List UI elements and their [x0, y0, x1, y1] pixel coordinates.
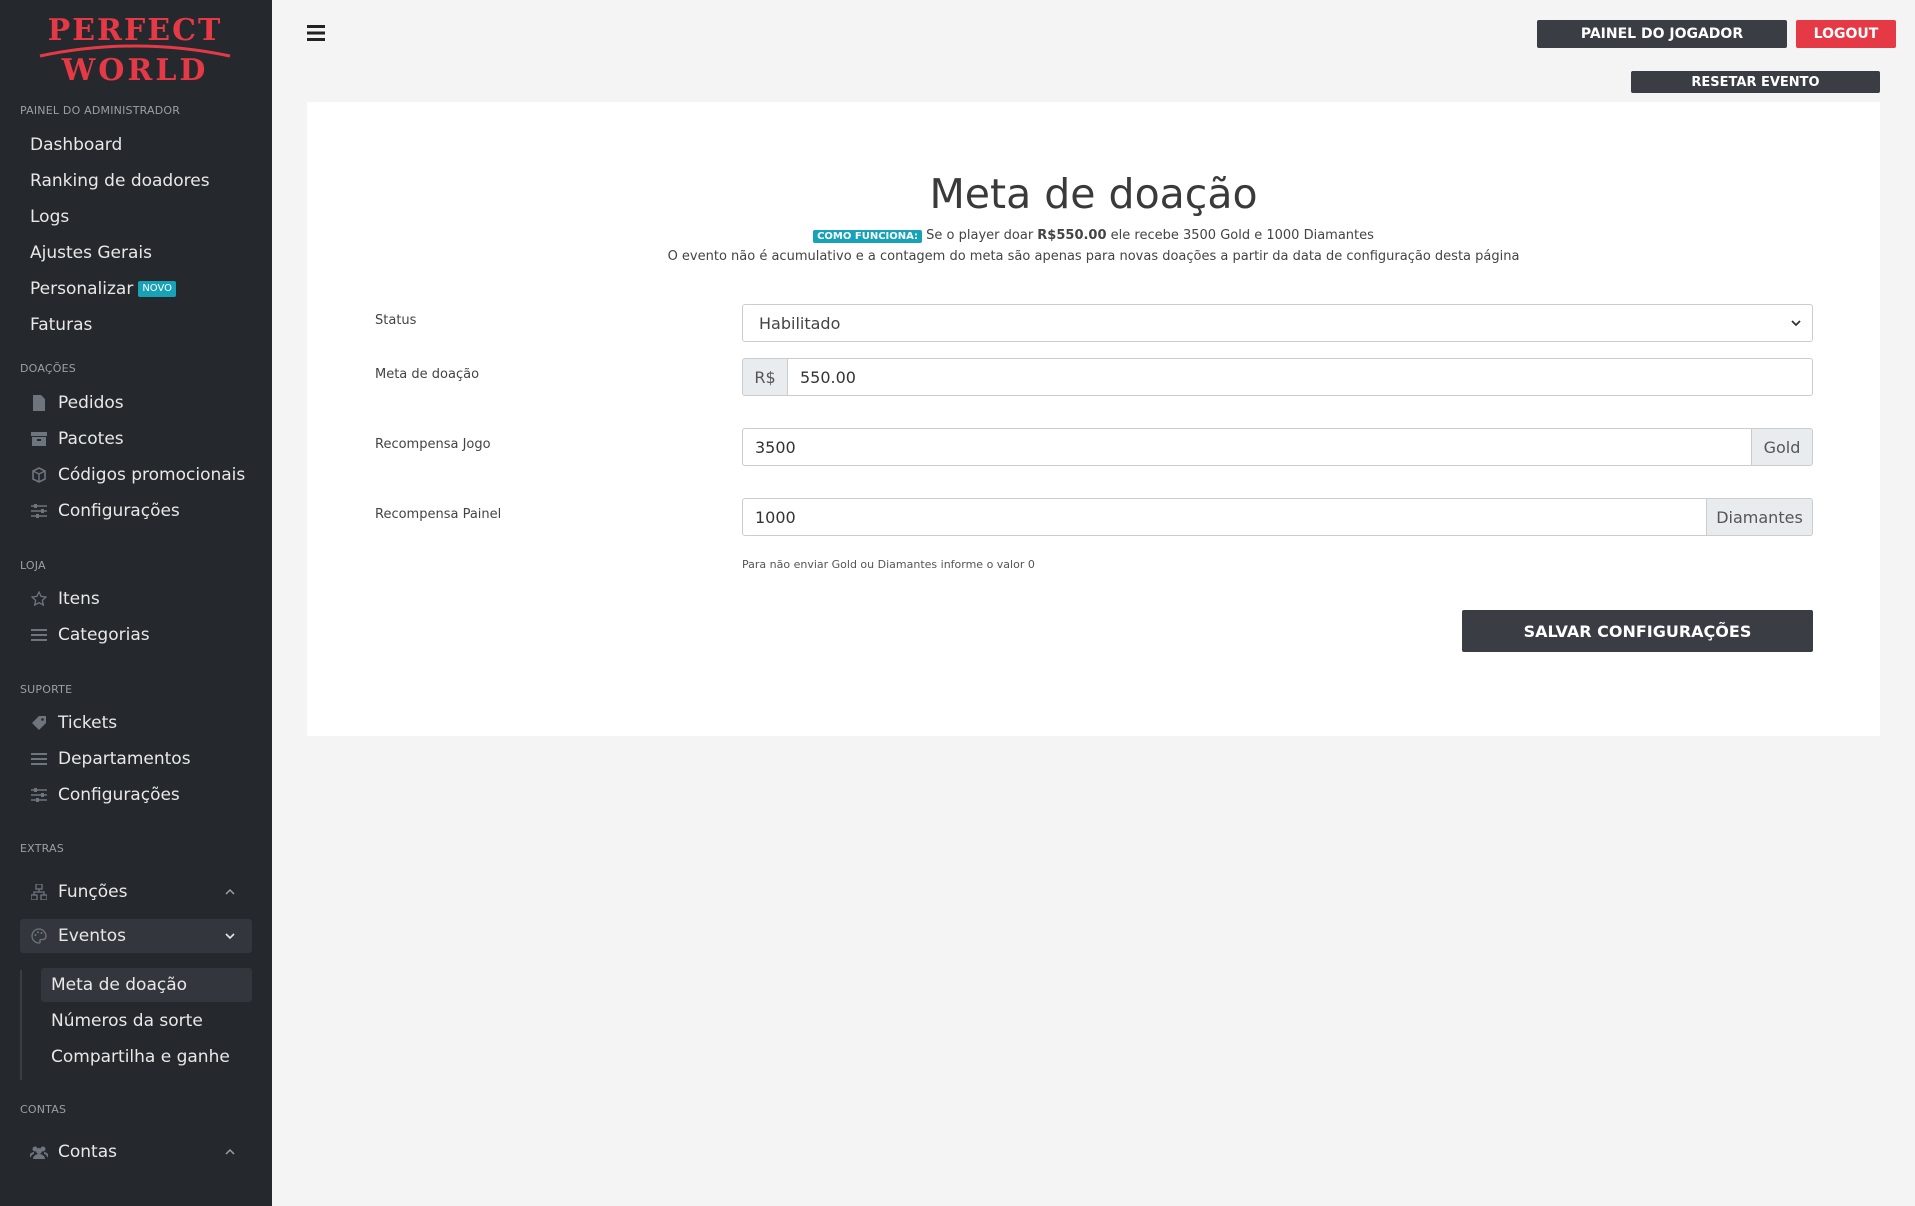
nav-dashboard[interactable]: Dashboard	[20, 128, 252, 162]
save-settings-button[interactable]: SALVAR CONFIGURAÇÕES	[1462, 610, 1813, 652]
sidebar: PERFECT WORLD PAINEL DO ADMINISTRADOR Da…	[0, 0, 272, 1206]
nav-label: Configurações	[58, 785, 180, 805]
section-doacoes: DOAÇÕES	[20, 362, 76, 375]
tag-icon	[30, 714, 48, 732]
nav-pacotes[interactable]: Pacotes	[20, 422, 252, 456]
player-panel-button[interactable]: PAINEL DO JOGADOR	[1537, 20, 1787, 48]
nav-ajustes[interactable]: Ajustes Gerais	[20, 236, 252, 270]
nav-label: Ranking de doadores	[30, 171, 210, 191]
chevron-up-icon	[225, 888, 235, 895]
page-title: Meta de doação	[929, 170, 1258, 218]
nav-itens[interactable]: Itens	[20, 582, 252, 616]
nav-eventos[interactable]: Eventos	[20, 919, 252, 953]
jogo-input[interactable]: 3500	[742, 428, 1752, 466]
perfect-world-logo[interactable]: PERFECT WORLD	[30, 10, 240, 88]
reset-event-button[interactable]: RESETAR EVENTO	[1631, 71, 1880, 93]
nav-label: Personalizar	[30, 279, 134, 299]
nav-contas[interactable]: Contas	[20, 1135, 252, 1169]
main-card: Meta de doação COMO FUNCIONA: Se o playe…	[307, 102, 1880, 736]
new-badge: NOVO	[138, 281, 177, 297]
section-loja: LOJA	[20, 559, 46, 572]
subnav-numeros-sorte[interactable]: Números da sorte	[41, 1004, 252, 1038]
list-icon	[30, 750, 48, 768]
meta-input[interactable]: 550.00	[787, 358, 1813, 396]
painel-input-group: 1000 Diamantes	[742, 498, 1813, 536]
chevron-down-icon	[225, 933, 235, 940]
archive-icon	[30, 430, 48, 448]
subnav-meta-doacao[interactable]: Meta de doação	[41, 968, 252, 1002]
info-text-post: ele recebe 3500 Gold e 1000 Diamantes	[1106, 228, 1374, 243]
nav-ranking[interactable]: Ranking de doadores	[20, 164, 252, 198]
nav-label: Itens	[58, 589, 100, 609]
sitemap-icon	[30, 883, 48, 901]
nav-logs[interactable]: Logs	[20, 200, 252, 234]
nav-label: Configurações	[58, 501, 180, 521]
nav-label: Compartilha e ganhe	[51, 1047, 230, 1067]
nav-pedidos[interactable]: Pedidos	[20, 386, 252, 420]
cube-icon	[30, 466, 48, 484]
painel-input[interactable]: 1000	[742, 498, 1707, 536]
gold-addon: Gold	[1752, 428, 1813, 466]
info-badge: COMO FUNCIONA:	[813, 230, 923, 243]
file-icon	[30, 394, 48, 412]
palette-icon	[30, 927, 48, 945]
star-icon	[30, 590, 48, 608]
subnav-line	[20, 970, 22, 1080]
chevron-up-icon	[225, 1148, 235, 1155]
nav-label: Dashboard	[30, 135, 123, 155]
svg-text:WORLD: WORLD	[61, 53, 209, 88]
nav-personalizar[interactable]: Personalizar NOVO	[20, 272, 252, 306]
nav-tickets[interactable]: Tickets	[20, 706, 252, 740]
form-hint: Para não enviar Gold ou Diamantes inform…	[742, 558, 1035, 571]
diamantes-addon: Diamantes	[1707, 498, 1813, 536]
meta-label: Meta de doação	[375, 367, 480, 382]
nav-label: Faturas	[30, 315, 93, 335]
nav-label: Tickets	[58, 713, 118, 733]
nav-label: Eventos	[58, 926, 126, 946]
nav-label: Meta de doação	[51, 975, 188, 995]
svg-text:PERFECT: PERFECT	[48, 13, 223, 48]
painel-label: Recompensa Painel	[375, 507, 502, 522]
status-label: Status	[375, 313, 417, 328]
nav-faturas[interactable]: Faturas	[20, 308, 252, 342]
nav-label: Funções	[58, 882, 128, 902]
info-line-2: O evento não é acumulativo e a contagem …	[667, 249, 1520, 264]
status-select[interactable]: Habilitado	[742, 304, 1813, 342]
logout-button[interactable]: LOGOUT	[1796, 20, 1896, 48]
nav-configuracoes-doacoes[interactable]: Configurações	[20, 494, 252, 528]
info-text-pre: Se o player doar	[922, 228, 1038, 243]
nav-funcoes[interactable]: Funções	[20, 875, 252, 909]
nav-configuracoes-suporte[interactable]: Configurações	[20, 778, 252, 812]
nav-label: Contas	[58, 1142, 117, 1162]
nav-label: Categorias	[58, 625, 150, 645]
nav-label: Pacotes	[58, 429, 124, 449]
nav-codigos[interactable]: Códigos promocionais	[20, 458, 252, 492]
nav-label: Pedidos	[58, 393, 124, 413]
section-suporte: SUPORTE	[20, 683, 73, 696]
nav-categorias[interactable]: Categorias	[20, 618, 252, 652]
users-icon	[30, 1143, 48, 1161]
section-contas: CONTAS	[20, 1103, 67, 1116]
jogo-label: Recompensa Jogo	[375, 437, 491, 452]
meta-input-group: R$ 550.00	[742, 358, 1813, 396]
subnav-compartilha-ganhe[interactable]: Compartilha e ganhe	[41, 1040, 252, 1074]
nav-label: Números da sorte	[51, 1011, 203, 1031]
info-amount: R$550.00	[1037, 228, 1107, 243]
nav-label: Ajustes Gerais	[30, 243, 152, 263]
section-admin: PAINEL DO ADMINISTRADOR	[20, 104, 181, 117]
chevron-down-icon	[1791, 320, 1801, 327]
sliders-icon	[30, 502, 48, 520]
sliders-icon	[30, 786, 48, 804]
nav-label: Departamentos	[58, 749, 191, 769]
nav-departamentos[interactable]: Departamentos	[20, 742, 252, 776]
info-line-1: COMO FUNCIONA: Se o player doar R$550.00…	[307, 228, 1880, 243]
jogo-input-group: 3500 Gold	[742, 428, 1813, 466]
section-extras: EXTRAS	[20, 842, 64, 855]
nav-label: Logs	[30, 207, 70, 227]
currency-addon: R$	[742, 358, 787, 396]
status-value: Habilitado	[759, 313, 841, 333]
list-icon	[30, 626, 48, 644]
hamburger-menu-icon[interactable]	[307, 24, 327, 42]
nav-label: Códigos promocionais	[58, 465, 246, 485]
